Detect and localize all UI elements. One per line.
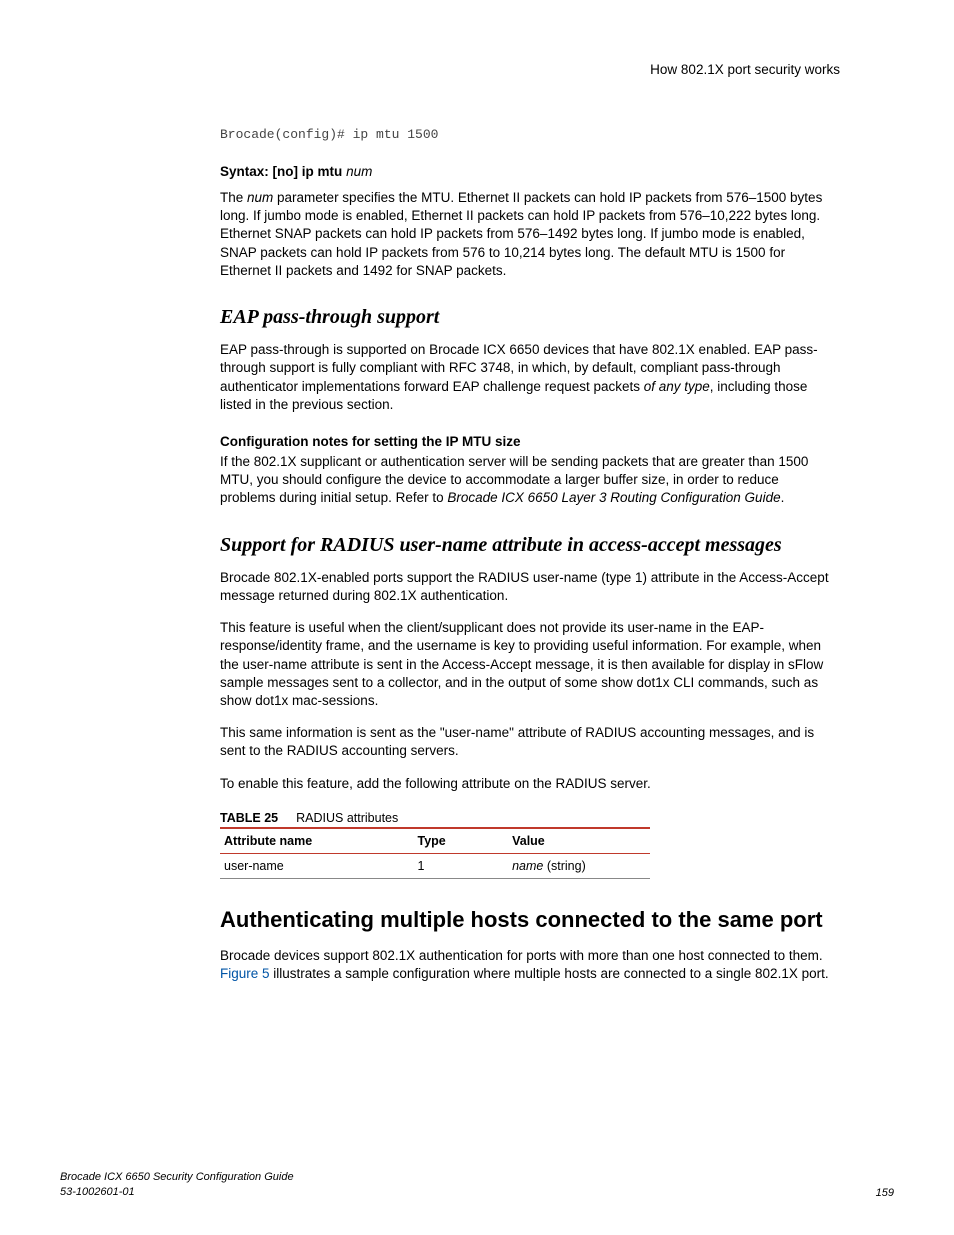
table-number: TABLE 25 [220, 811, 278, 825]
th-value: Value [508, 828, 650, 854]
th-attribute-name: Attribute name [220, 828, 414, 854]
td-attribute-name: user-name [220, 853, 414, 878]
radius-heading: Support for RADIUS user-name attribute i… [220, 534, 838, 557]
table-row: user-name 1 name (string) [220, 853, 650, 878]
config-notes-paragraph: If the 802.1X supplicant or authenticati… [220, 453, 838, 508]
table-header-row: Attribute name Type Value [220, 828, 650, 854]
table-title: RADIUS attributes [296, 811, 398, 825]
text: (string) [543, 859, 585, 873]
syntax-label: Syntax: [220, 164, 269, 179]
text: illustrates a sample configuration where… [270, 966, 829, 981]
content-area: Brocade(config)# ip mtu 1500 Syntax: [no… [220, 127, 838, 983]
page: How 802.1X port security works Brocade(c… [0, 0, 954, 1235]
text-em: name [512, 859, 543, 873]
footer-doc-title: Brocade ICX 6650 Security Configuration … [60, 1170, 294, 1184]
syntax-optional: [no] [273, 164, 298, 179]
page-footer: Brocade ICX 6650 Security Configuration … [60, 1170, 894, 1199]
text: Brocade devices support 802.1X authentic… [220, 948, 823, 963]
text-em: of any type [644, 379, 710, 394]
radius-p3: This same information is sent as the "us… [220, 724, 838, 760]
th-type: Type [414, 828, 509, 854]
text: . [781, 490, 785, 505]
config-notes-heading: Configuration notes for setting the IP M… [220, 434, 838, 449]
text: parameter specifies the MTU. Ethernet II… [220, 190, 822, 278]
multi-hosts-heading: Authenticating multiple hosts connected … [220, 907, 838, 933]
figure-link[interactable]: Figure 5 [220, 966, 270, 981]
syntax-cmd: ip mtu [302, 164, 343, 179]
footer-doc-id: 53-1002601-01 [60, 1185, 294, 1199]
table-caption: TABLE 25 RADIUS attributes [220, 811, 838, 825]
running-head: How 802.1X port security works [60, 62, 840, 77]
radius-p4: To enable this feature, add the followin… [220, 775, 838, 793]
mtu-paragraph: The num parameter specifies the MTU. Eth… [220, 189, 838, 280]
syntax-arg: num [346, 164, 372, 179]
code-block: Brocade(config)# ip mtu 1500 [220, 127, 838, 142]
text-em: num [247, 190, 273, 205]
text-em: Brocade ICX 6650 Layer 3 Routing Configu… [447, 490, 780, 505]
td-type: 1 [414, 853, 509, 878]
text: The [220, 190, 247, 205]
syntax-line: Syntax: [no] ip mtu num [220, 164, 838, 179]
radius-p2: This feature is useful when the client/s… [220, 619, 838, 710]
radius-attributes-table: Attribute name Type Value user-name 1 na… [220, 827, 650, 879]
multi-hosts-paragraph: Brocade devices support 802.1X authentic… [220, 947, 838, 983]
footer-page-number: 159 [876, 1187, 894, 1199]
td-value: name (string) [508, 853, 650, 878]
radius-p1: Brocade 802.1X-enabled ports support the… [220, 569, 838, 605]
eap-heading: EAP pass-through support [220, 306, 838, 329]
footer-left: Brocade ICX 6650 Security Configuration … [60, 1170, 294, 1199]
eap-paragraph: EAP pass-through is supported on Brocade… [220, 341, 838, 414]
